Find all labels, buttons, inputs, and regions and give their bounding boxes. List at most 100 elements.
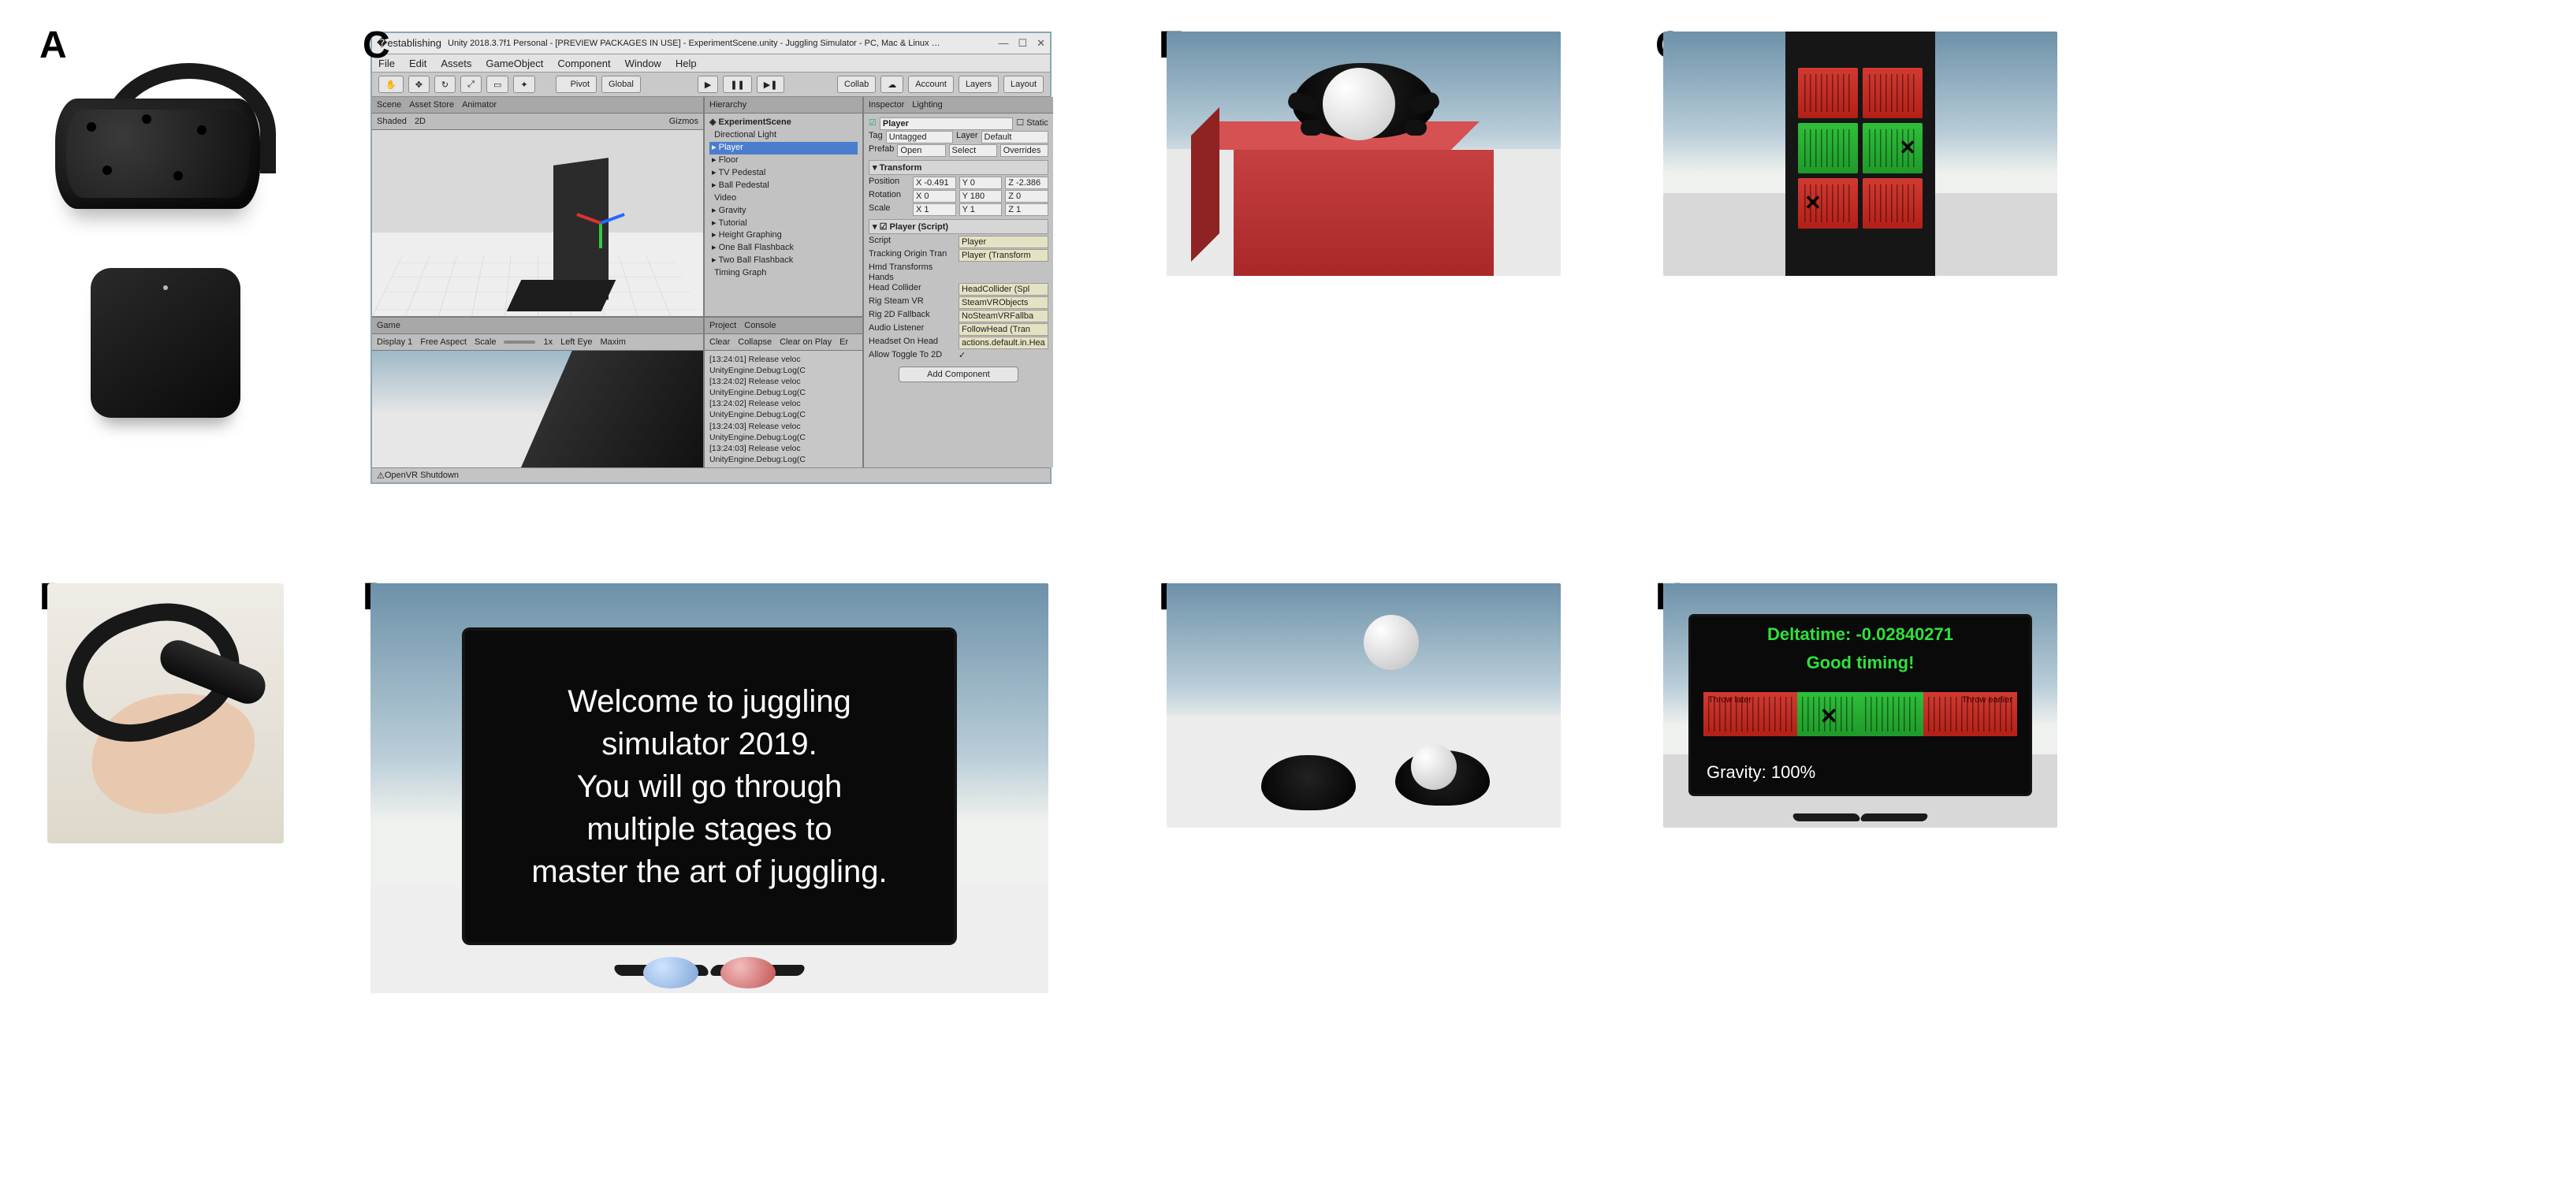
pause-button[interactable]: ❚❚ [723, 76, 751, 93]
hierarchy-item[interactable]: ▸ Ball Pedestal [709, 180, 858, 192]
object-name-field[interactable]: Player [880, 117, 1013, 130]
pos-x[interactable]: X -0.491 [913, 177, 956, 189]
pivot-toggle[interactable]: Pivot [556, 76, 597, 93]
menu-component[interactable]: Component [557, 58, 610, 69]
pos-y[interactable]: Y 0 [959, 177, 1003, 189]
rot-z[interactable]: Z 0 [1005, 190, 1048, 203]
layer-dropdown[interactable]: Default [981, 131, 1048, 143]
console-error-pause[interactable]: Er [839, 337, 848, 347]
hierarchy-item[interactable]: ▸ Floor [709, 154, 858, 167]
headset-on-head-field[interactable]: actions.default.in.Hea [959, 337, 1048, 349]
transform-header[interactable]: ▾ Transform [869, 160, 1048, 175]
rot-y[interactable]: Y 180 [959, 190, 1003, 203]
scale-tool-icon[interactable]: ⤢ [460, 76, 482, 93]
prefab-select[interactable]: Select [949, 144, 997, 157]
tag-dropdown[interactable]: Untagged [886, 131, 953, 143]
console-clear[interactable]: Clear [709, 337, 730, 347]
scale-slider[interactable] [504, 341, 535, 344]
panel-g: G ✕ ✕ [1663, 32, 2073, 520]
tab-lighting[interactable]: Lighting [912, 100, 943, 110]
add-component-button[interactable]: Add Component [899, 367, 1018, 382]
scene-3d-viewport[interactable] [372, 130, 703, 316]
transform-tool-icon[interactable]: ✦ [513, 76, 534, 93]
maximize-icon[interactable]: ☐ [1018, 37, 1027, 50]
tab-game[interactable]: Game [377, 321, 400, 330]
rot-x[interactable]: X 0 [913, 190, 956, 203]
rig-2d-field[interactable]: NoSteamVRFallba [959, 310, 1048, 322]
hierarchy-item[interactable]: Video [709, 192, 858, 205]
audio-listener-field[interactable]: FollowHead (Tran [959, 323, 1048, 336]
timing-text: Good timing! [1691, 653, 2030, 673]
hierarchy-item[interactable]: Timing Graph [709, 267, 858, 280]
layout-dropdown[interactable]: Layout [1003, 76, 1044, 93]
panel-label-c: C [363, 24, 390, 67]
prefab-overrides[interactable]: Overrides [1000, 144, 1048, 157]
hierarchy-scene-name[interactable]: ExperimentScene [719, 117, 791, 127]
tab-scene[interactable]: Scene [377, 100, 401, 110]
tab-hierarchy[interactable]: Hierarchy [709, 100, 746, 110]
static-checkbox[interactable]: ☐ Static [1016, 117, 1048, 130]
shaded-dropdown[interactable]: Shaded [377, 117, 407, 126]
hand-tool-icon[interactable]: ✋ [378, 76, 404, 93]
tab-console[interactable]: Console [744, 321, 776, 330]
tab-project[interactable]: Project [709, 321, 736, 330]
console-line[interactable]: [13:24:01] Release veloc UnityEngine.Deb… [709, 354, 858, 376]
console-collapse[interactable]: Collapse [738, 337, 772, 347]
hierarchy-item-selected[interactable]: ▸ Player [709, 142, 858, 154]
scl-y[interactable]: Y 1 [959, 203, 1003, 216]
menu-assets[interactable]: Assets [441, 58, 471, 69]
close-icon[interactable]: ✕ [1037, 37, 1045, 50]
menu-gameobject[interactable]: GameObject [486, 58, 543, 69]
tracking-origin--field[interactable]: Player (Transform [959, 249, 1048, 262]
menu-window[interactable]: Window [625, 58, 661, 69]
panel-c: C �establishing Unity 2018.3.7f1 Persona… [370, 32, 1080, 520]
console-line[interactable]: [13:24:02] Release veloc UnityEngine.Deb… [709, 398, 858, 420]
scl-x[interactable]: X 1 [913, 203, 956, 216]
cloud-icon[interactable]: ☁ [880, 76, 903, 93]
tab-animator[interactable]: Animator [462, 100, 497, 110]
aspect-dropdown[interactable]: Free Aspect [420, 337, 467, 347]
hierarchy-item[interactable]: ▸ Height Graphing [709, 229, 858, 242]
rotate-tool-icon[interactable]: ↻ [434, 76, 456, 93]
active-checkbox[interactable]: ☑ [869, 117, 877, 130]
hierarchy-item[interactable]: ▸ Two Ball Flashback [709, 255, 858, 267]
console-line[interactable]: [13:24:03] Release veloc UnityEngine.Deb… [709, 443, 858, 465]
meter-seg-red-right: Throw earlier [1923, 692, 2017, 736]
allow-toggle-checkbox[interactable]: ✓ [959, 350, 966, 360]
rect-tool-icon[interactable]: ▭ [486, 76, 508, 93]
tab-inspector[interactable]: Inspector [869, 100, 904, 110]
hierarchy-item[interactable]: ▸ Tutorial [709, 218, 858, 230]
prefab-open[interactable]: Open [897, 144, 945, 157]
move-tool-icon[interactable]: ✥ [408, 76, 430, 93]
script-field[interactable]: Player [959, 236, 1048, 248]
scl-z[interactable]: Z 1 [1005, 203, 1048, 216]
layers-dropdown[interactable]: Layers [959, 76, 999, 93]
collab-dropdown[interactable]: Collab [837, 76, 876, 93]
rig-steamvr-field[interactable]: SteamVRObjects [959, 296, 1048, 309]
hierarchy-item[interactable]: Directional Light [709, 129, 858, 142]
pos-z[interactable]: Z -2.386 [1005, 177, 1048, 189]
global-toggle[interactable]: Global [601, 76, 641, 93]
hierarchy-item[interactable]: ▸ One Ball Flashback [709, 242, 858, 255]
menu-edit[interactable]: Edit [409, 58, 426, 69]
player-script-header[interactable]: ▾ ☑ Player (Script) [869, 219, 1048, 234]
game-viewport[interactable] [372, 351, 703, 467]
menu-help[interactable]: Help [676, 58, 697, 69]
console-line[interactable]: [13:24:02] Release veloc UnityEngine.Deb… [709, 376, 858, 398]
play-button[interactable]: ▶ [698, 76, 718, 93]
x-marker-icon: ✕ [1819, 703, 1837, 729]
minimize-icon[interactable]: — [998, 37, 1008, 50]
eye-dropdown[interactable]: Left Eye [560, 337, 592, 347]
hierarchy-item[interactable]: ▸ TV Pedestal [709, 167, 858, 180]
account-dropdown[interactable]: Account [908, 76, 954, 93]
meter-seg-green-right [1860, 692, 1923, 736]
console-clear-on-play[interactable]: Clear on Play [780, 337, 832, 347]
step-button[interactable]: ▶❚ [757, 76, 785, 93]
display-dropdown[interactable]: Display 1 [377, 337, 412, 347]
gizmos-dropdown[interactable]: Gizmos [669, 117, 698, 126]
two-d-toggle[interactable]: 2D [415, 117, 426, 126]
hierarchy-item[interactable]: ▸ Gravity [709, 205, 858, 218]
console-line[interactable]: [13:24:03] Release veloc UnityEngine.Deb… [709, 421, 858, 443]
tab-asset-store[interactable]: Asset Store [409, 100, 454, 110]
head-collider-field[interactable]: HeadCollider (Spl [959, 283, 1048, 296]
